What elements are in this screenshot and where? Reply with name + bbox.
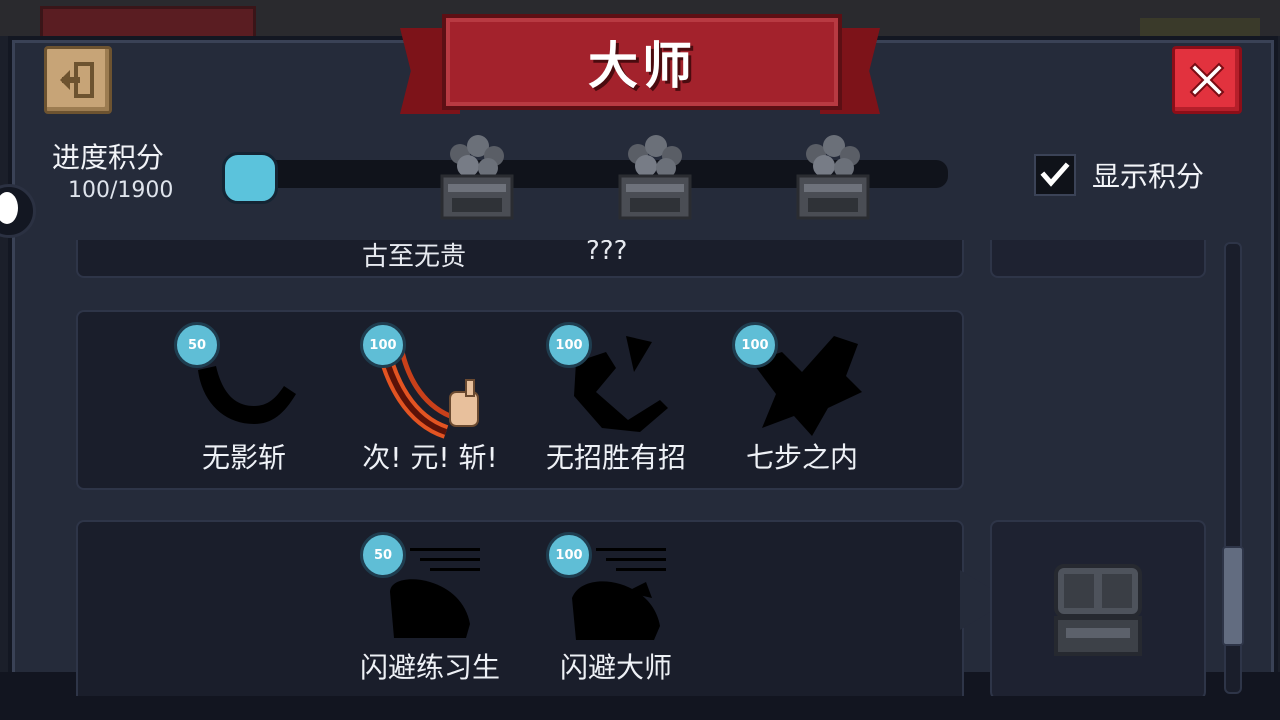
reward-chest-3[interactable] [794, 132, 872, 220]
reward-slot-row-2[interactable] [990, 520, 1206, 696]
reward-chest-2[interactable] [616, 132, 694, 220]
achievement-item[interactable]: 100 七步之内 [732, 322, 882, 482]
achievement-label: 古至无贵 [362, 242, 467, 272]
achievement-item[interactable]: 100 次! 元! 斩! [360, 322, 510, 482]
close-button[interactable] [1172, 46, 1242, 114]
exit-button[interactable] [44, 46, 112, 114]
treasure-chest-icon [796, 135, 870, 220]
achievement-label: 闪避大师 [559, 651, 672, 684]
close-x-icon [1189, 62, 1225, 98]
show-score-toggle[interactable]: 显示积分 [1034, 154, 1204, 196]
points-badge: 100 [360, 322, 406, 368]
points-badge: 100 [546, 532, 592, 578]
title-banner: 大师 [442, 14, 842, 110]
progress-knob [222, 152, 278, 204]
achievement-item[interactable]: 50 无影斩 [174, 322, 324, 482]
background-hud-item [1140, 18, 1260, 38]
achievement-card-row-1: 50 无影斩 100 次! 元! 斩! 100 无招胜有招 100 七步之内 [76, 310, 964, 490]
achievement-label: 无招胜有招 [545, 441, 686, 474]
scrollbar-thumb[interactable] [1222, 546, 1244, 646]
achievement-item[interactable]: 100 无招胜有招 [546, 322, 696, 482]
treasure-chest-icon [1054, 564, 1142, 656]
show-score-checkbox[interactable] [1034, 154, 1076, 196]
achievement-list[interactable]: 古至无贵 ??? 50 无影斩 100 次! 元! 斩! 100 无招胜有招 1… [40, 240, 1220, 696]
achievement-card-row-2: 50 闪避练习生 100 闪避大师 [76, 520, 964, 696]
points-badge: 50 [174, 322, 220, 368]
reward-chest-1[interactable] [438, 132, 516, 220]
treasure-chest-icon [618, 135, 692, 220]
treasure-chest-icon [440, 135, 514, 220]
achievement-label: 闪避练习生 [359, 651, 500, 684]
page-title: 大师 [588, 37, 696, 95]
points-badge: 50 [360, 532, 406, 578]
achievement-label-hidden: ??? [586, 240, 628, 266]
achievement-item[interactable]: 100 闪避大师 [546, 532, 696, 692]
exit-door-icon [60, 62, 94, 98]
achievement-label: 次! 元! 斩! [362, 441, 498, 474]
checkmark-icon [1040, 162, 1070, 187]
points-badge: 100 [732, 322, 778, 368]
achievement-card-top: 古至无贵 ??? [76, 240, 964, 278]
show-score-label: 显示积分 [1092, 160, 1205, 193]
achievement-item[interactable]: 50 闪避练习生 [360, 532, 510, 692]
points-badge: 100 [546, 322, 592, 368]
reward-slot-top [990, 240, 1206, 278]
achievement-label: 无影斩 [201, 441, 286, 474]
progress-label: 进度积分 [52, 141, 165, 174]
achievement-label: 七步之内 [745, 441, 858, 474]
progress-value: 100/1900 [68, 178, 174, 203]
